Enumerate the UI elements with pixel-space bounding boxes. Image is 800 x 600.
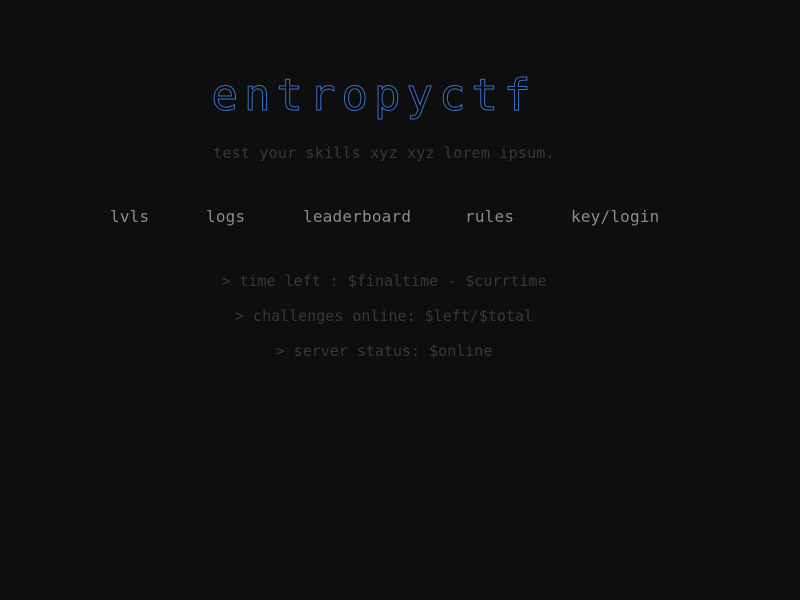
status-server: > server status: $online	[275, 342, 493, 360]
status-time-left: > time left : $finaltime - $currtime	[221, 272, 547, 290]
tagline: test your skills xyz xyz lorem ipsum.	[213, 144, 555, 162]
top-nav: lvls logs leaderboard rules key/login	[0, 207, 800, 229]
nav-rules[interactable]: rules	[465, 207, 514, 226]
nav-logs[interactable]: logs	[206, 207, 245, 226]
nav-key-login[interactable]: key/login	[571, 207, 660, 226]
nav-lvls[interactable]: lvls	[110, 207, 149, 226]
status-challenges-online: > challenges online: $left/$total	[234, 307, 533, 325]
nav-leaderboard[interactable]: leaderboard	[303, 207, 411, 226]
site-logo[interactable]: entropyctf	[0, 70, 748, 122]
